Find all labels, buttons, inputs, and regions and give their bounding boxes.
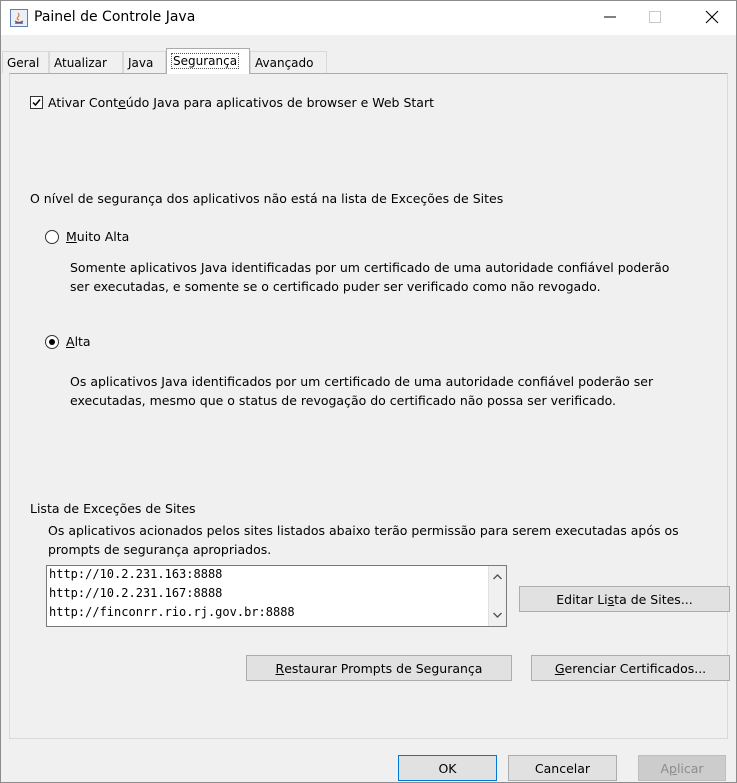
maximize-button — [632, 1, 677, 33]
close-icon — [705, 10, 718, 24]
tab-label: Segurança — [171, 53, 240, 69]
security-panel: Ativar Conteúdo Java para aplicativos de… — [9, 73, 728, 739]
minimize-button[interactable] — [587, 1, 632, 33]
radio-alta-label: Alta — [66, 334, 91, 349]
scroll-down-icon[interactable] — [489, 608, 506, 622]
list-item[interactable]: http://10.2.231.163:8888 — [49, 567, 222, 581]
exceptions-description-line2: prompts de segurança apropriados. — [48, 542, 272, 557]
tab-label: Avançado — [255, 56, 314, 70]
tab-label: Geral — [7, 56, 40, 70]
exceptions-description-line1: Os aplicativos acionados pelos sites lis… — [48, 523, 679, 538]
list-item[interactable]: http://10.2.231.167:8888 — [49, 586, 222, 600]
radio-muito-alta[interactable] — [45, 230, 59, 244]
list-item[interactable]: http://finconrr.rio.rj.gov.br:8888 — [49, 605, 295, 619]
tab-avancado[interactable]: Avançado — [250, 51, 327, 73]
tab-bar: Geral Atualizar Java Segurança Avançado — [2, 48, 737, 74]
restore-security-prompts-button[interactable]: Restaurar Prompts de Segurança — [246, 655, 512, 681]
scroll-up-icon[interactable] — [489, 570, 506, 584]
enable-java-checkbox[interactable] — [30, 96, 43, 109]
java-app-icon — [10, 9, 28, 27]
tab-atualizar[interactable]: Atualizar — [49, 51, 123, 73]
tab-geral[interactable]: Geral — [2, 51, 49, 73]
apply-button: Ap licar — [638, 755, 726, 781]
alta-description-line2: executadas, mesmo que o status de revoga… — [70, 393, 617, 408]
radio-muito-alta-label: Muito Alta — [66, 229, 130, 244]
muito-alta-description-line2: ser executadas, e somente se o certifica… — [70, 279, 601, 294]
edit-site-list-button[interactable]: Editar Li s ta de Sites... — [519, 586, 730, 612]
checkmark-icon — [32, 99, 41, 107]
alta-description-line1: Os aplicativos Java identificados por um… — [70, 374, 654, 389]
list-scrollbar[interactable] — [488, 566, 506, 626]
security-level-heading: O nível de segurança dos aplicativos não… — [30, 191, 504, 206]
tab-label: Java — [128, 56, 154, 70]
minimize-icon — [603, 16, 616, 18]
cancel-button[interactable]: Cancelar — [508, 755, 617, 781]
ok-button[interactable]: OK — [398, 755, 497, 781]
enable-java-label: Ativar Conteúdo Java para aplicativos de… — [48, 95, 434, 110]
exceptions-heading: Lista de Exceções de Sites — [30, 501, 196, 516]
tab-label: Atualizar — [54, 56, 107, 70]
close-button[interactable] — [689, 1, 734, 33]
muito-alta-description-line1: Somente aplicativos Java identificadas p… — [70, 260, 670, 275]
manage-certificates-button[interactable]: Gerenciar Certificados... — [531, 655, 730, 681]
tab-java[interactable]: Java — [123, 51, 166, 73]
java-control-panel-window: Painel de Controle Java Geral Atualizar — [0, 0, 737, 783]
window-title: Painel de Controle Java — [34, 9, 196, 25]
title-bar: Painel de Controle Java — [1, 1, 736, 35]
exception-sites-listbox[interactable]: http://10.2.231.163:8888 http://10.2.231… — [46, 565, 507, 627]
maximize-icon — [648, 11, 661, 23]
radio-alta[interactable] — [45, 335, 59, 349]
tab-seguranca[interactable]: Segurança — [166, 48, 250, 74]
